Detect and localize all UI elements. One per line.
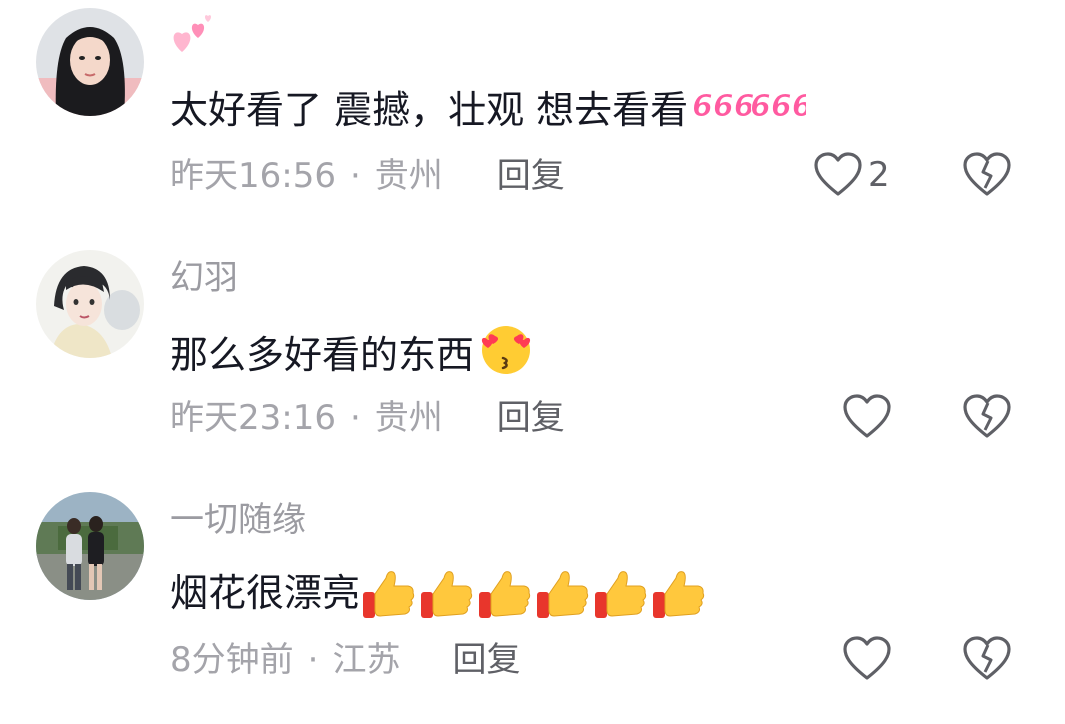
dislike-button[interactable]: [963, 394, 1011, 444]
broken-heart-icon: [963, 636, 1011, 680]
comment-item: 一切随缘 烟花很漂亮 8分钟前 · 江苏 回复: [0, 484, 1065, 724]
reply-button[interactable]: 回复: [497, 156, 565, 196]
separator-dot: ·: [349, 398, 361, 438]
comment-meta: 昨天23:16 · 贵州 回复: [170, 398, 565, 438]
like-button[interactable]: [843, 394, 897, 440]
reply-button[interactable]: 回复: [497, 398, 565, 438]
thumbs-up-emoji-group: [360, 564, 708, 622]
location: 江苏: [332, 640, 401, 680]
comment-meta: 8分钟前 · 江苏 回复: [170, 640, 520, 680]
comment-item: 太好看了 震撼，壮观 想去看看 666 666 昨天16:56 · 贵州 回复 …: [0, 0, 1065, 240]
heart-outline-icon: [843, 636, 891, 680]
like-button[interactable]: [843, 636, 897, 682]
location: 贵州: [374, 398, 443, 438]
comment-meta: 昨天16:56 · 贵州 回复: [170, 156, 565, 196]
timestamp: 昨天23:16: [170, 398, 336, 438]
svg-text:666: 666: [692, 89, 755, 124]
thumbs-up-icon: [363, 571, 415, 618]
thumbs-up-icon: [421, 571, 473, 618]
broken-heart-icon: [963, 152, 1011, 196]
reply-button[interactable]: 回复: [452, 640, 520, 680]
avatar[interactable]: [36, 492, 144, 600]
username[interactable]: 幻羽: [170, 258, 238, 298]
separator-dot: ·: [307, 640, 319, 680]
location: 贵州: [374, 156, 443, 196]
thumbs-up-icon: [595, 571, 647, 618]
separator-dot: ·: [349, 156, 361, 196]
like-count: 2: [868, 155, 890, 195]
thumbs-up-icon: [537, 571, 589, 618]
name-emoji: [170, 12, 216, 67]
username[interactable]: 一切随缘: [170, 500, 306, 540]
666-sticker-icon: 666 666: [690, 80, 814, 139]
thumbs-up-icon: [653, 571, 705, 618]
comment-text: 那么多好看的东西: [170, 322, 536, 387]
avatar[interactable]: [36, 8, 144, 116]
timestamp: 昨天16:56: [170, 156, 336, 196]
thumbs-up-icon: [479, 571, 531, 618]
like-button[interactable]: 2: [814, 152, 890, 198]
broken-heart-icon: [963, 394, 1011, 438]
heart-outline-icon: [843, 394, 891, 438]
heart-eyes-kiss-icon: [476, 322, 536, 387]
dislike-button[interactable]: [963, 152, 1011, 202]
svg-text:666: 666: [750, 89, 806, 124]
timestamp: 8分钟前: [170, 640, 294, 680]
comment-text: 太好看了 震撼，壮观 想去看看 666 666: [170, 80, 814, 139]
comment-item: 幻羽 那么多好看的东西 昨天23:16 · 贵州 回复: [0, 242, 1065, 482]
heart-outline-icon: [814, 152, 862, 196]
avatar[interactable]: [36, 250, 144, 358]
dislike-button[interactable]: [963, 636, 1011, 686]
hearts-icon: [173, 15, 212, 52]
comment-text: 烟花很漂亮: [170, 564, 708, 622]
